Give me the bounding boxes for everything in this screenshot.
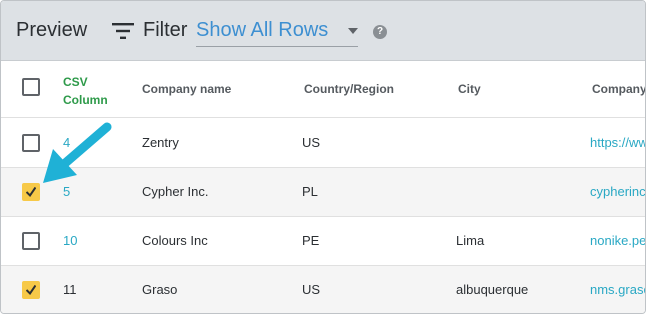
row-company-url[interactable]: https://ww bbox=[590, 135, 645, 150]
row-index[interactable]: 11 bbox=[63, 282, 77, 297]
row-company-url[interactable]: nms.graso bbox=[590, 282, 645, 297]
row-country: US bbox=[302, 135, 321, 150]
column-header-csv[interactable]: CSV Column bbox=[63, 73, 113, 109]
row-company-name: Colours Inc bbox=[142, 233, 208, 248]
filter-label: Filter bbox=[143, 19, 188, 41]
preview-toolbar: Preview Filter Show All Rows ? bbox=[1, 1, 645, 61]
column-header-city[interactable]: City bbox=[458, 82, 481, 96]
row-checkbox[interactable] bbox=[22, 232, 40, 250]
row-country: US bbox=[302, 282, 321, 297]
row-company-url[interactable]: cypherinc bbox=[590, 184, 645, 199]
column-header-country-region[interactable]: Country/Region bbox=[304, 82, 394, 96]
row-company-name: Zentry bbox=[142, 135, 179, 150]
table-row[interactable]: 11 Graso US albuquerque nms.graso bbox=[1, 266, 645, 313]
preview-panel: Preview Filter Show All Rows ? CSV Colum… bbox=[0, 0, 646, 314]
row-company-name: Graso bbox=[142, 282, 178, 297]
row-index[interactable]: 10 bbox=[63, 233, 77, 248]
column-header-company-name[interactable]: Company name bbox=[142, 82, 231, 96]
select-all-checkbox[interactable] bbox=[22, 78, 40, 96]
chevron-down-icon bbox=[348, 28, 358, 34]
row-city: Lima bbox=[456, 233, 485, 248]
column-header-company-url[interactable]: Company bbox=[592, 82, 645, 96]
page-title: Preview bbox=[16, 19, 88, 41]
row-company-name: Cypher Inc. bbox=[142, 184, 209, 199]
row-country: PL bbox=[302, 184, 318, 199]
filter-select[interactable]: Show All Rows bbox=[196, 17, 358, 47]
table-row[interactable]: 10 Colours Inc PE Lima nonike.pe bbox=[1, 217, 645, 266]
row-city: albuquerque bbox=[456, 282, 529, 297]
table-header: CSV Column Company name Country/Region C… bbox=[1, 61, 645, 118]
filter-select-value: Show All Rows bbox=[196, 19, 329, 41]
row-company-url[interactable]: nonike.pe bbox=[590, 233, 645, 248]
help-icon[interactable]: ? bbox=[373, 25, 387, 39]
row-checkbox[interactable] bbox=[22, 281, 40, 299]
check-icon bbox=[26, 186, 36, 198]
pointer-arrow-icon bbox=[43, 122, 112, 183]
check-icon bbox=[26, 284, 36, 296]
row-country: PE bbox=[302, 233, 320, 248]
filter-icon[interactable] bbox=[112, 22, 134, 40]
